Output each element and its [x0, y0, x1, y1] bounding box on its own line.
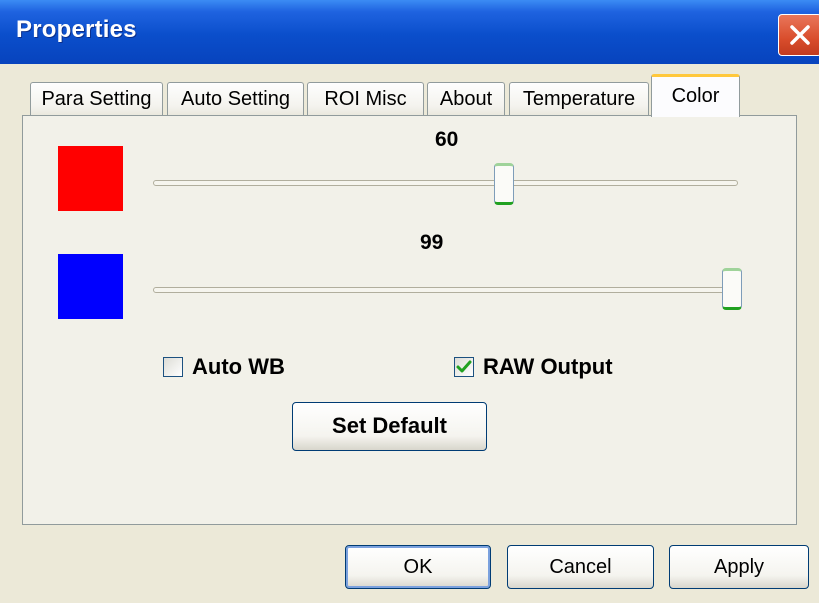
- window-title: Properties: [16, 16, 137, 43]
- apply-button[interactable]: Apply: [669, 545, 809, 589]
- set-default-button[interactable]: Set Default: [292, 402, 487, 451]
- tab-temperature[interactable]: Temperature: [509, 82, 649, 116]
- color-tab-panel: 60 99 Auto WB RAW Output Set Default: [22, 115, 797, 525]
- red-slider-track[interactable]: [153, 180, 738, 186]
- red-slider-thumb[interactable]: [494, 163, 514, 205]
- blue-slider-value: 99: [420, 231, 444, 254]
- tab-strip: Para Setting Auto Setting ROI Misc About…: [0, 74, 819, 117]
- auto-wb-checkbox[interactable]: [163, 357, 183, 377]
- blue-slider-thumb[interactable]: [722, 268, 743, 310]
- auto-wb-label[interactable]: Auto WB: [192, 354, 285, 380]
- blue-color-swatch: [58, 254, 123, 319]
- red-color-swatch: [58, 146, 123, 211]
- tab-color[interactable]: Color: [651, 74, 740, 117]
- tab-about[interactable]: About: [427, 82, 505, 116]
- title-bar[interactable]: Properties: [0, 0, 819, 64]
- cancel-button[interactable]: Cancel: [507, 545, 654, 589]
- tab-auto-setting[interactable]: Auto Setting: [167, 82, 304, 116]
- properties-dialog: Properties Para Setting Auto Setting ROI…: [0, 0, 819, 603]
- close-button[interactable]: [778, 14, 819, 56]
- check-mark-icon: [456, 360, 472, 373]
- tab-roi-misc[interactable]: ROI Misc: [307, 82, 424, 116]
- tab-para-setting[interactable]: Para Setting: [30, 82, 163, 116]
- red-slider-value: 60: [435, 128, 459, 151]
- close-icon: [790, 25, 810, 45]
- raw-output-label[interactable]: RAW Output: [483, 354, 613, 380]
- raw-output-checkbox[interactable]: [454, 357, 474, 377]
- blue-slider-track[interactable]: [153, 287, 738, 293]
- ok-button[interactable]: OK: [345, 545, 491, 589]
